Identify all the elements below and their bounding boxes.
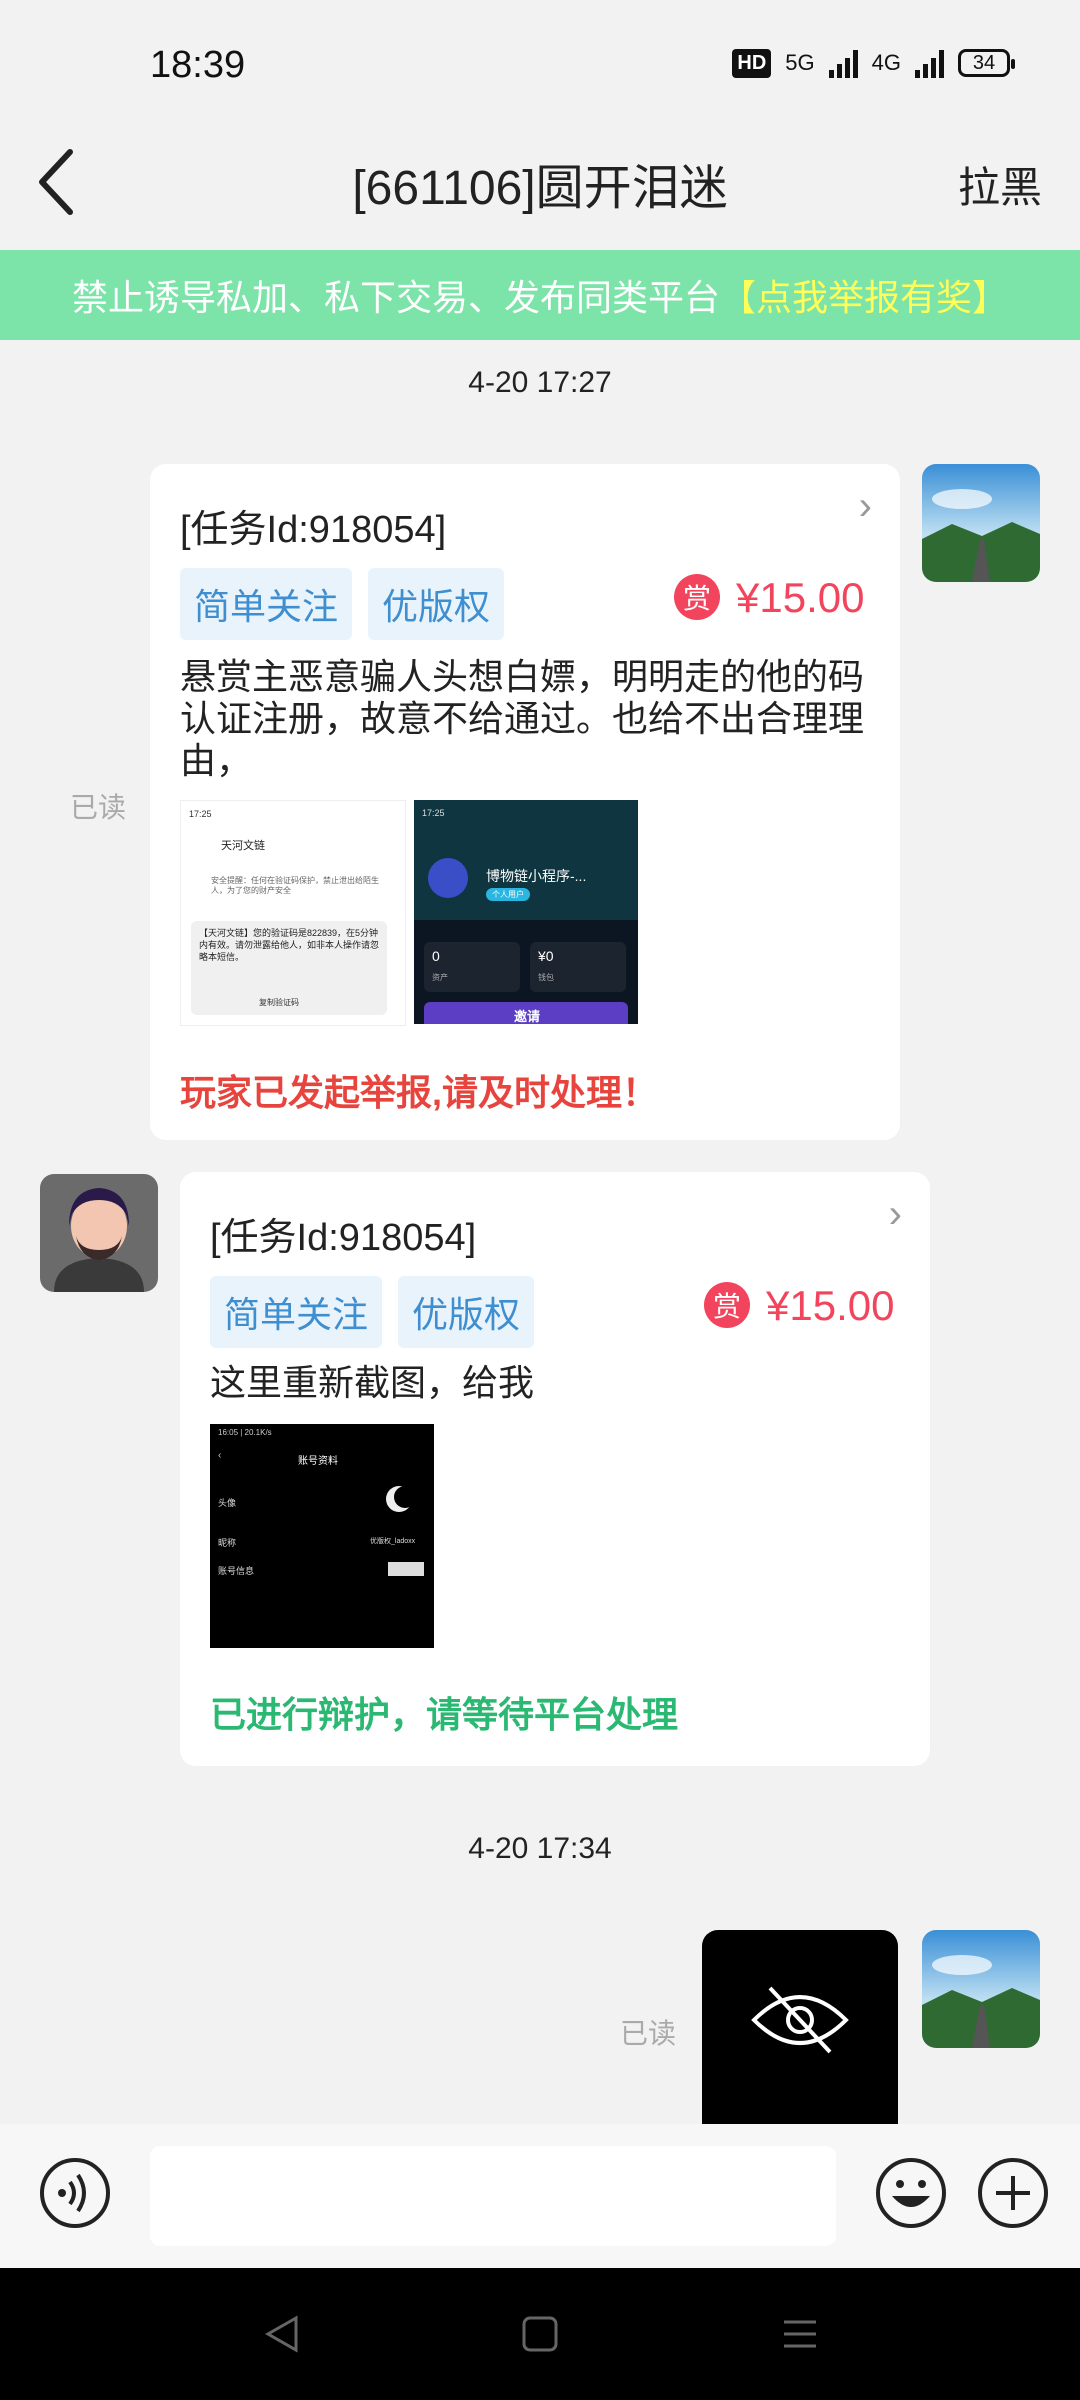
- chevron-right-icon[interactable]: ›: [889, 1192, 902, 1237]
- defense-status: 已进行辩护，请等待平台处理: [210, 1694, 679, 1735]
- chevron-right-icon[interactable]: ›: [859, 484, 872, 529]
- nav-menu-icon[interactable]: [778, 2312, 822, 2361]
- eye-off-icon: [750, 1980, 850, 2065]
- task-message-card[interactable]: [任务Id:918054] › 简单关注 优版权 赏 ¥15.00 悬赏主恶意骗…: [150, 464, 900, 1140]
- emoji-icon[interactable]: [874, 2156, 948, 2235]
- tag: 简单关注: [180, 568, 353, 640]
- banner-text: 禁止诱导私加、私下交易、发布同类平台: [71, 277, 720, 318]
- battery-icon: 34: [958, 49, 1015, 77]
- reward-price: ¥15.00: [736, 574, 865, 621]
- message-text: 悬赏主恶意骗人头想白嫖，明明走的他的码认证注册，故意不给通过。也给不出合理理由，: [180, 656, 865, 781]
- signal-icon-2: [915, 48, 944, 78]
- screenshot-thumbnail[interactable]: 17:25 天河文链 安全提醒：任何在验证码保护，禁止泄出给陌生人，为了您的财产…: [180, 800, 406, 1026]
- nav-home-icon[interactable]: [518, 2312, 562, 2361]
- voice-icon[interactable]: [38, 2156, 112, 2235]
- timestamp: 4-20 17:34: [468, 1832, 612, 1865]
- chat-title: [661106]圆开泪迷: [352, 162, 728, 215]
- screenshot-thumbnail[interactable]: 17:25 博物链小程序-... 个人用户 0 资产 ¥0 钱包 邀请: [414, 800, 638, 1024]
- signal-icon: [828, 48, 858, 78]
- timestamp: 4-20 17:27: [468, 366, 612, 399]
- tag: 简单关注: [210, 1276, 383, 1348]
- avatar[interactable]: [922, 1930, 1040, 2048]
- task-id: [任务Id:918054]: [180, 509, 447, 551]
- reward-icon: 赏: [704, 1282, 750, 1328]
- avatar[interactable]: [40, 1174, 158, 1292]
- tag: 优版权: [368, 568, 505, 640]
- tag: 优版权: [398, 1276, 535, 1348]
- add-icon[interactable]: [976, 2156, 1050, 2235]
- status-time: 18:39: [150, 44, 246, 86]
- avatar: [428, 858, 468, 898]
- task-message-card[interactable]: [任务Id:918054] › 简单关注 优版权 赏 ¥15.00 这里重新截图…: [180, 1172, 930, 1766]
- back-icon: ‹: [218, 1450, 222, 1461]
- block-button[interactable]: 拉黑: [958, 154, 1042, 215]
- read-status: 已读: [620, 2018, 677, 2049]
- report-banner[interactable]: 禁止诱导私加、私下交易、发布同类平台 【点我举报有奖】: [0, 250, 1080, 340]
- nav-back-icon[interactable]: [260, 2312, 304, 2361]
- reward-price: ¥15.00: [766, 1282, 895, 1329]
- status-icons: HD 5G 4G 34: [732, 48, 1015, 78]
- hidden-image-message[interactable]: [702, 1930, 898, 2124]
- back-icon[interactable]: [30, 142, 90, 222]
- banner-report-link[interactable]: 【点我举报有奖】: [720, 269, 1008, 321]
- read-status: 已读: [70, 792, 127, 823]
- message-text: 这里重新截图，给我: [210, 1362, 535, 1403]
- task-id: [任务Id:918054]: [210, 1217, 477, 1259]
- reward-icon: 赏: [674, 574, 720, 620]
- net-4g-label: 4G: [871, 50, 901, 75]
- avatar[interactable]: [922, 464, 1040, 582]
- message-input[interactable]: [150, 2146, 836, 2246]
- net-5g-label: 5G: [785, 50, 815, 75]
- report-status: 玩家已发起举报,请及时处理！: [180, 1072, 659, 1113]
- hd-icon: HD: [732, 48, 772, 78]
- screenshot-thumbnail[interactable]: 16:05 | 20.1K/s ‹ 账号资料 头像 昵称 优版权_ladoxx …: [210, 1424, 434, 1648]
